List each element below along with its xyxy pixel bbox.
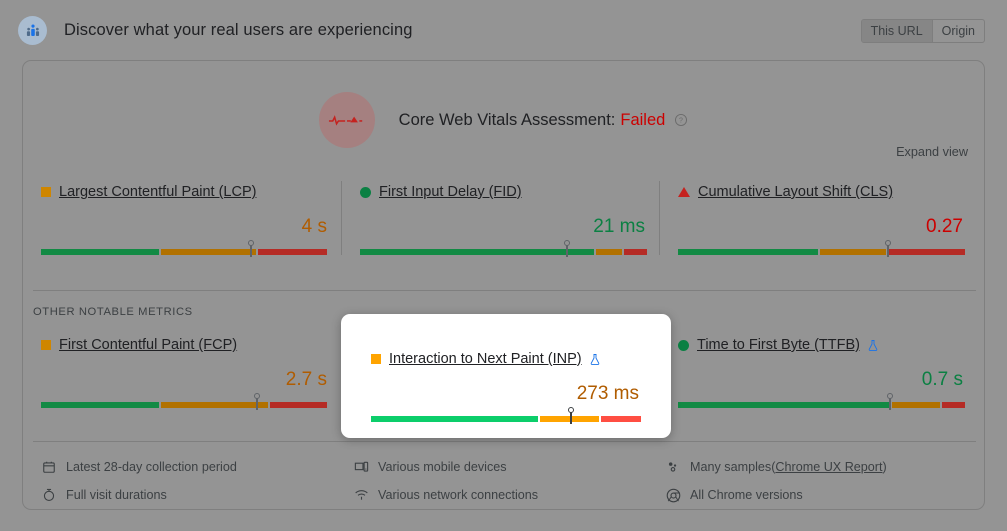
core-web-vitals-assessment: Core Web Vitals Assessment: Failed ? (23, 92, 984, 148)
square-amber-icon (41, 340, 51, 350)
metric-fcp-header: First Contentful Paint (FCP) (41, 334, 329, 356)
triangle-red-icon (678, 187, 690, 197)
wifi-icon (353, 487, 369, 503)
toggle-origin[interactable]: Origin (931, 20, 984, 42)
metric-fcp-label[interactable]: First Contentful Paint (FCP) (59, 337, 237, 353)
metric-inp-gauge (371, 407, 642, 424)
metric-cls-gauge (678, 240, 966, 257)
metric-inp-header: Interaction to Next Paint (INP) (371, 348, 641, 370)
scope-toggle-group[interactable]: This URL Origin (860, 19, 985, 43)
data-source-footer: Latest 28-day collection period Full vis… (23, 453, 984, 509)
metric-cls-header: Cumulative Layout Shift (CLS) (678, 181, 965, 203)
footer-column-1: Latest 28-day collection period Full vis… (23, 453, 335, 509)
metric-lcp-header: Largest Contentful Paint (LCP) (41, 181, 329, 203)
crux-field-data-panel: Discover what your real users are experi… (0, 0, 1007, 531)
toggle-this-url[interactable]: This URL (861, 20, 932, 42)
inp-highlight-popup: Interaction to Next Paint (INP) 273 ms (341, 314, 671, 438)
crux-users-icon (18, 16, 47, 45)
circle-green-icon (678, 339, 689, 351)
help-circle-icon[interactable]: ? (674, 113, 688, 127)
footer-item-visit-durations: Full visit durations (41, 481, 335, 509)
metric-ttfb-gauge (678, 393, 965, 410)
samples-icon (665, 459, 681, 475)
footer-item-chrome-versions: All Chrome versions (665, 481, 959, 509)
field-data-card: Core Web Vitals Assessment: Failed ? Exp… (22, 60, 985, 510)
devices-icon (353, 459, 369, 475)
metric-fcp: First Contentful Paint (FCP) 2.7 s (23, 334, 341, 410)
footer-item-devices: Various mobile devices (353, 453, 647, 481)
metric-lcp-gauge (41, 240, 329, 257)
page-title: Discover what your real users are experi… (64, 21, 413, 39)
metric-ttfb-label[interactable]: Time to First Byte (TTFB) (697, 337, 860, 353)
metric-ttfb-header: Time to First Byte (TTFB) (678, 334, 965, 356)
footer-text: Full visit durations (66, 488, 167, 502)
metric-ttfb: Time to First Byte (TTFB) 0.7 s (659, 334, 977, 410)
core-metrics-row: Largest Contentful Paint (LCP) 4 s First… (23, 181, 984, 257)
footer-item-collection-period: Latest 28-day collection period (41, 453, 335, 481)
metric-fid-gauge (360, 240, 647, 257)
metric-cls: Cumulative Layout Shift (CLS) 0.27 (659, 181, 977, 257)
metric-fid-header: First Input Delay (FID) (360, 181, 647, 203)
metric-lcp-label[interactable]: Largest Contentful Paint (LCP) (59, 184, 256, 200)
metric-inp-label[interactable]: Interaction to Next Paint (INP) (389, 351, 582, 367)
metric-ttfb-value: 0.7 s (921, 369, 963, 390)
assessment-text: Core Web Vitals Assessment: Failed ? (399, 111, 689, 130)
metric-cls-label[interactable]: Cumulative Layout Shift (CLS) (698, 184, 893, 200)
metric-fid-value: 21 ms (593, 216, 645, 237)
timer-icon (41, 487, 57, 503)
circle-green-icon (360, 186, 371, 198)
metric-fid-label[interactable]: First Input Delay (FID) (379, 184, 522, 200)
svg-text:?: ? (679, 118, 683, 125)
flask-icon[interactable] (867, 339, 879, 352)
footer-item-network: Various network connections (353, 481, 647, 509)
footer-text: Many samples (690, 460, 772, 474)
metric-cls-value: 0.27 (926, 216, 963, 237)
footer-text: All Chrome versions (690, 488, 803, 502)
chrome-ux-report-link[interactable]: Chrome UX Report (775, 460, 882, 474)
square-amber-icon (371, 354, 381, 364)
metric-fcp-value: 2.7 s (285, 369, 327, 390)
other-metrics-heading: OTHER NOTABLE METRICS (33, 306, 193, 318)
metric-inp-value: 273 ms (576, 383, 639, 404)
footer-item-samples: Many samples (Chrome UX Report) (665, 453, 959, 481)
footer-divider (33, 441, 976, 442)
chrome-icon (665, 487, 681, 503)
assessment-label: Core Web Vitals Assessment: (398, 110, 616, 129)
footer-text: Various network connections (378, 488, 539, 502)
square-amber-icon (41, 187, 51, 197)
calendar-icon (41, 459, 57, 475)
page-header: Discover what your real users are experi… (0, 0, 1007, 61)
pulse-line-icon (318, 92, 375, 148)
footer-text: Latest 28-day collection period (66, 460, 237, 474)
metric-fcp-gauge (41, 393, 329, 410)
footer-text: Various mobile devices (378, 460, 507, 474)
expand-view-button[interactable]: Expand view (896, 145, 968, 159)
footer-column-2: Various mobile devices Various network c… (335, 453, 647, 509)
metric-lcp-value: 4 s (301, 216, 327, 237)
metric-lcp: Largest Contentful Paint (LCP) 4 s (23, 181, 341, 257)
section-divider (33, 290, 976, 291)
metric-fid: First Input Delay (FID) 21 ms (341, 181, 659, 257)
paren-close: ) (882, 460, 887, 474)
assessment-verdict: Failed (620, 110, 666, 129)
footer-column-3: Many samples (Chrome UX Report) All Chro… (647, 453, 959, 509)
flask-icon[interactable] (589, 353, 601, 366)
